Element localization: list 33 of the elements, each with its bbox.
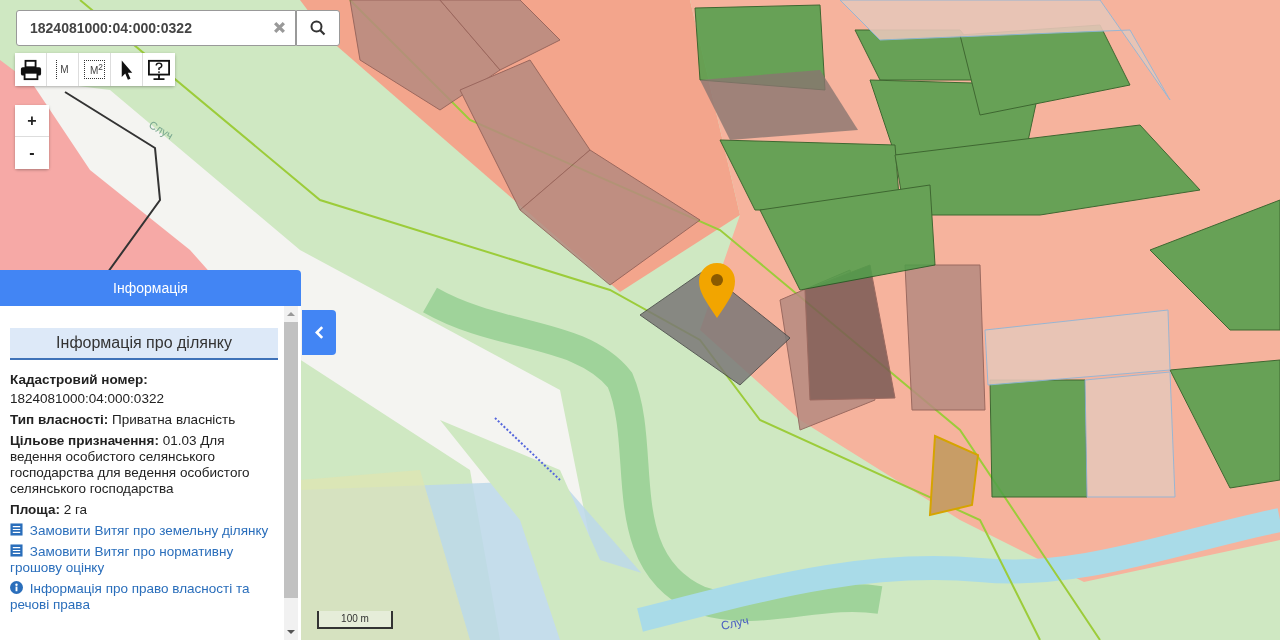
chevron-left-icon	[314, 326, 324, 339]
order-link[interactable]: Замовити Витяг про земельну ділянку	[10, 523, 278, 539]
scrollbar[interactable]	[284, 306, 298, 640]
list-icon	[10, 523, 23, 536]
search-button[interactable]	[296, 10, 340, 46]
info-icon	[10, 581, 23, 594]
field-value: 1824081000:04:000:0322	[10, 391, 165, 407]
pointer-button[interactable]	[111, 53, 143, 86]
map-pin-icon	[699, 263, 735, 318]
panel-title: Інформація	[0, 270, 301, 306]
field-text: Цільове призначення: 01.03 Для ведення особистого селянського господарства для ведення особистого селянського господарства	[10, 433, 251, 497]
search-icon	[310, 20, 326, 36]
field-text: Тип власності: Приватна власність	[10, 412, 237, 428]
clear-icon[interactable]	[273, 21, 286, 34]
zoom-out-button[interactable]: -	[15, 137, 49, 169]
measure-length-button[interactable]: M	[47, 53, 79, 86]
help-button[interactable]	[143, 53, 175, 86]
field-text: Площа: 2 га	[10, 502, 89, 518]
collapse-button[interactable]	[302, 310, 336, 355]
list-icon	[10, 544, 23, 557]
field-label: Кадастровий номер:	[10, 372, 149, 388]
search-field[interactable]: 1824081000:04:000:0322	[16, 10, 296, 46]
section-heading: Інформація про ділянку	[10, 328, 278, 360]
order-link[interactable]: Замовити Витяг про нормативну грошову оцінку	[10, 544, 278, 576]
print-button[interactable]	[15, 53, 47, 86]
river-label: Случ	[719, 613, 750, 633]
scale-bar: 100 m	[317, 611, 393, 629]
cursor-icon	[119, 58, 134, 81]
zoom-in-button[interactable]: +	[15, 105, 49, 137]
measure-area-button[interactable]: M$^{2}$	[79, 53, 111, 86]
printer-icon	[18, 58, 43, 81]
order-link[interactable]: Інформація про право власності та речові права	[10, 581, 278, 613]
monitor-question-icon	[147, 58, 171, 81]
